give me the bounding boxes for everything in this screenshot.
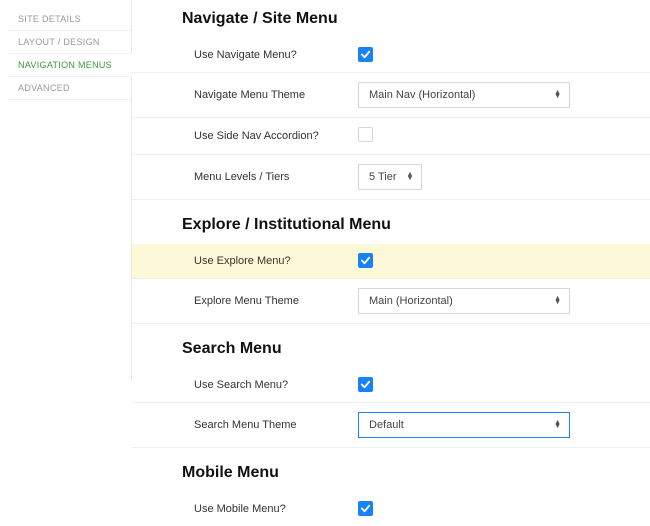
field-label: Use Side Nav Accordion? [194, 130, 358, 142]
section-title-navigate: Navigate / Site Menu [132, 4, 650, 38]
field-label: Search Menu Theme [194, 419, 358, 431]
use-navigate-menu-checkbox[interactable] [358, 47, 373, 62]
section-title-explore: Explore / Institutional Menu [132, 200, 650, 244]
field-label: Use Navigate Menu? [194, 49, 358, 61]
sidebar-item-label: ADVANCED [18, 83, 70, 93]
select-value: 5 Tier [369, 171, 397, 183]
field-label: Explore Menu Theme [194, 295, 358, 307]
chevron-updown-icon: ▲▼ [554, 297, 561, 305]
check-icon [360, 503, 371, 514]
select-value: Default [369, 419, 404, 431]
check-icon [360, 255, 371, 266]
sidebar-item-site-details[interactable]: SITE DETAILS [8, 8, 131, 31]
field-search-menu-theme: Search Menu Theme Default ▲▼ [132, 403, 650, 448]
menu-levels-select[interactable]: 5 Tier ▲▼ [358, 164, 422, 190]
field-label: Navigate Menu Theme [194, 89, 358, 101]
field-label: Use Explore Menu? [194, 255, 358, 267]
field-label: Use Search Menu? [194, 379, 358, 391]
field-menu-levels-tiers: Menu Levels / Tiers 5 Tier ▲▼ [132, 155, 650, 200]
field-label: Menu Levels / Tiers [194, 171, 358, 183]
sidebar-item-navigation-menus[interactable]: NAVIGATION MENUS [8, 54, 132, 77]
select-value: Main (Horizontal) [369, 295, 453, 307]
navigate-menu-theme-select[interactable]: Main Nav (Horizontal) ▲▼ [358, 82, 570, 108]
settings-sidebar: SITE DETAILS LAYOUT / DESIGN NAVIGATION … [0, 0, 132, 380]
chevron-updown-icon: ▲▼ [554, 421, 561, 429]
field-use-search-menu: Use Search Menu? [132, 368, 650, 403]
section-title-mobile: Mobile Menu [132, 448, 650, 492]
field-use-navigate-menu: Use Navigate Menu? [132, 38, 650, 73]
use-mobile-menu-checkbox[interactable] [358, 501, 373, 516]
explore-menu-theme-select[interactable]: Main (Horizontal) ▲▼ [358, 288, 570, 314]
sidebar-item-label: NAVIGATION MENUS [18, 60, 112, 70]
select-value: Main Nav (Horizontal) [369, 89, 475, 101]
sidebar-item-label: LAYOUT / DESIGN [18, 37, 100, 47]
settings-main: Navigate / Site Menu Use Navigate Menu? … [132, 0, 650, 526]
field-use-mobile-menu: Use Mobile Menu? [132, 492, 650, 526]
field-explore-menu-theme: Explore Menu Theme Main (Horizontal) ▲▼ [132, 279, 650, 324]
field-navigate-menu-theme: Navigate Menu Theme Main Nav (Horizontal… [132, 73, 650, 118]
sidebar-item-label: SITE DETAILS [18, 14, 81, 24]
section-title-search: Search Menu [132, 324, 650, 368]
search-menu-theme-select[interactable]: Default ▲▼ [358, 412, 570, 438]
sidebar-item-advanced[interactable]: ADVANCED [8, 77, 131, 100]
use-search-menu-checkbox[interactable] [358, 377, 373, 392]
chevron-updown-icon: ▲▼ [554, 91, 561, 99]
use-explore-menu-checkbox[interactable] [358, 253, 373, 268]
use-side-nav-accordion-checkbox[interactable] [358, 127, 373, 142]
field-use-side-nav-accordion: Use Side Nav Accordion? [132, 118, 650, 155]
check-icon [360, 379, 371, 390]
field-use-explore-menu: Use Explore Menu? [132, 244, 650, 279]
check-icon [360, 49, 371, 60]
sidebar-item-layout-design[interactable]: LAYOUT / DESIGN [8, 31, 131, 54]
chevron-updown-icon: ▲▼ [407, 173, 414, 181]
field-label: Use Mobile Menu? [194, 503, 358, 515]
